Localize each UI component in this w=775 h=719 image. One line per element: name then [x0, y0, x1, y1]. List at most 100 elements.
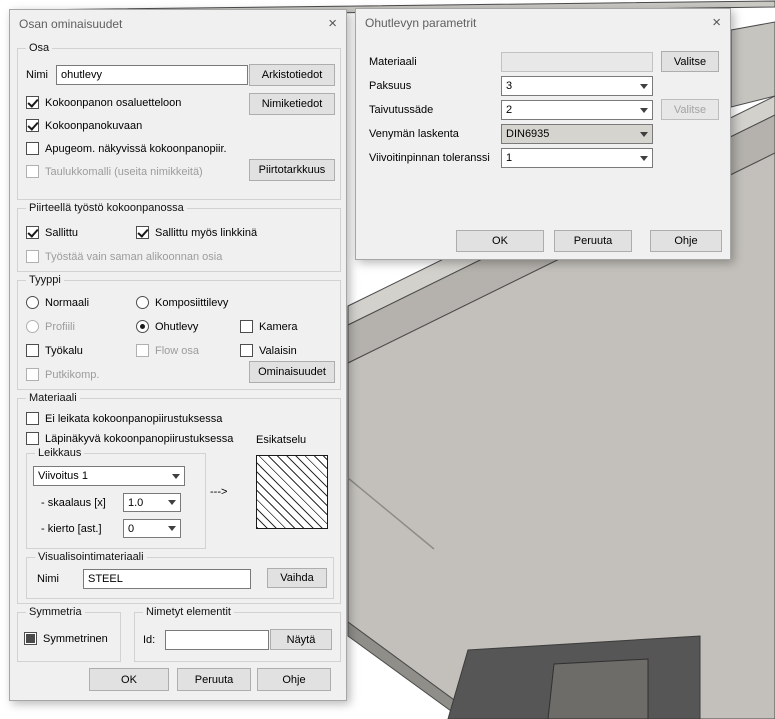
- group-feature-machining: Piirteellä työstö kokoonpanossa Sallittu…: [17, 208, 341, 272]
- group-visualization-label: Visualisointimateriaali: [35, 550, 147, 565]
- bend-radius-value: 2: [502, 104, 636, 116]
- checkbox-aux-geometry-visible[interactable]: Apugeom. näkyvissä kokoonpanopiir.: [26, 141, 227, 156]
- close-icon[interactable]: ×: [701, 16, 721, 30]
- checkbox-symmetric[interactable]: Symmetrinen: [24, 631, 108, 646]
- checkbox-label: Työstää vain saman alikoonnan osia: [45, 251, 222, 263]
- checkbox-box: [26, 165, 39, 178]
- dialog-title-bar[interactable]: Osan ominaisuudet ×: [10, 10, 346, 37]
- group-part: Osa Nimi Arkistotiedot Kokoonpanon osalu…: [17, 48, 341, 200]
- checkbox-assembly-parts-list[interactable]: Kokoonpanon osaluetteloon: [26, 95, 181, 110]
- radio-composite-plate[interactable]: Komposiittilevy: [136, 295, 228, 310]
- radio-sheet-metal[interactable]: Ohutlevy: [136, 319, 198, 334]
- checkbox-allowed-as-link[interactable]: Sallittu myös linkkinä: [136, 225, 257, 240]
- visualization-material-input[interactable]: [83, 569, 251, 589]
- elongation-method-value: DIN6935: [502, 128, 636, 140]
- checkbox-label: Läpinäkyvä kokoonpanopiirustuksessa: [45, 433, 233, 445]
- checkbox-label: Työkalu: [45, 345, 83, 357]
- chevron-down-icon: [636, 125, 652, 143]
- ok-button[interactable]: OK: [89, 668, 169, 691]
- hatch-pattern-value: Viivoitus 1: [34, 470, 168, 482]
- checkbox-transparent-in-assembly-drawing[interactable]: Läpinäkyvä kokoonpanopiirustuksessa: [26, 431, 233, 446]
- radio-label: Normaali: [45, 297, 89, 309]
- element-id-input[interactable]: [165, 630, 269, 650]
- group-type: Tyyppi Normaali Komposiittilevy Profiili…: [17, 280, 341, 390]
- chevron-down-icon: [636, 149, 652, 167]
- dialog-title-bar[interactable]: Ohutlevyn parametrit ×: [356, 9, 730, 36]
- help-button[interactable]: Ohje: [257, 668, 331, 691]
- radio-circle: [136, 320, 149, 333]
- type-properties-button[interactable]: Ominaisuudet: [249, 361, 335, 383]
- help-button[interactable]: Ohje: [650, 230, 722, 252]
- ok-button[interactable]: OK: [456, 230, 544, 252]
- group-section-cut: Leikkaus Viivoitus 1 - skaalaus [x] 1.0 …: [26, 453, 206, 549]
- checkbox-label: Ei leikata kokoonpanopiirustuksessa: [45, 413, 222, 425]
- dialog-title: Ohutlevyn parametrit: [365, 16, 476, 30]
- group-named-elements: Nimetyt elementit Id: Näytä: [134, 612, 341, 662]
- hatch-scale-value: 1.0: [124, 497, 164, 509]
- checkbox-flow-part: Flow osa: [136, 343, 199, 358]
- scale-label: - skaalaus [x]: [41, 496, 106, 511]
- cancel-button[interactable]: Peruuta: [554, 230, 632, 252]
- hatch-scale-select[interactable]: 1.0: [123, 493, 181, 512]
- checkbox-label: Kokoonpanokuvaan: [45, 120, 142, 132]
- group-symmetry: Symmetria Symmetrinen: [17, 612, 121, 662]
- bend-radius-select[interactable]: 2: [501, 100, 653, 120]
- group-named-elements-label: Nimetyt elementit: [143, 605, 234, 620]
- group-material-label: Materiaali: [26, 391, 80, 406]
- elongation-method-select[interactable]: DIN6935: [501, 124, 653, 144]
- checkbox-label: Sallittu myös linkkinä: [155, 227, 257, 239]
- elongation-label: Venymän laskenta: [369, 127, 459, 142]
- close-icon[interactable]: ×: [317, 17, 337, 31]
- checkbox-light[interactable]: Valaisin: [240, 343, 297, 358]
- group-section-label: Leikkaus: [35, 446, 84, 461]
- hatch-surface-tolerance-value: 1: [502, 152, 636, 164]
- hatch-preview-swatch: [256, 455, 328, 529]
- cad-application-window: Osan ominaisuudet × Osa Nimi Arkistotied…: [0, 0, 775, 719]
- checkbox-box: [26, 250, 39, 263]
- group-machining-label: Piirteellä työstö kokoonpanossa: [26, 201, 187, 216]
- radio-circle: [136, 296, 149, 309]
- thickness-select[interactable]: 3: [501, 76, 653, 96]
- archive-info-button[interactable]: Arkistotiedot: [249, 64, 335, 86]
- checkbox-box: [26, 226, 39, 239]
- checkbox-assembly-drawing[interactable]: Kokoonpanokuvaan: [26, 118, 142, 133]
- preview-label: Esikatselu: [256, 433, 306, 448]
- checkbox-no-cut-in-assembly-drawing[interactable]: Ei leikata kokoonpanopiirustuksessa: [26, 411, 222, 426]
- change-material-button[interactable]: Vaihda: [267, 568, 327, 588]
- checkbox-box: [26, 142, 39, 155]
- part-name-input[interactable]: [56, 65, 248, 85]
- select-bend-radius-button: Valitse: [661, 99, 719, 120]
- chevron-down-icon: [636, 77, 652, 95]
- item-info-button[interactable]: Nimiketiedot: [249, 93, 335, 115]
- select-material-button[interactable]: Valitse: [661, 51, 719, 72]
- checkbox-box: [240, 344, 253, 357]
- drawing-accuracy-button[interactable]: Piirtotarkkuus: [249, 159, 335, 181]
- checkbox-box: [24, 632, 37, 645]
- checkbox-box: [26, 412, 39, 425]
- radio-profile: Profiili: [26, 319, 75, 334]
- radio-normal[interactable]: Normaali: [26, 295, 89, 310]
- radio-circle: [26, 320, 39, 333]
- radio-label: Profiili: [45, 321, 75, 333]
- checkbox-box: [26, 368, 39, 381]
- checkbox-tool[interactable]: Työkalu: [26, 343, 83, 358]
- group-symmetry-label: Symmetria: [26, 605, 85, 620]
- chevron-down-icon: [164, 520, 180, 537]
- hatch-surface-tolerance-label: Viivoitinpinnan toleranssi: [369, 151, 490, 166]
- cancel-button[interactable]: Peruuta: [177, 668, 251, 691]
- checkbox-label: Kokoonpanon osaluetteloon: [45, 97, 181, 109]
- name-label: Nimi: [26, 68, 48, 83]
- part-properties-dialog: Osan ominaisuudet × Osa Nimi Arkistotied…: [9, 9, 347, 701]
- hatch-rotation-select[interactable]: 0: [123, 519, 181, 538]
- hatch-surface-tolerance-select[interactable]: 1: [501, 148, 653, 168]
- hatch-pattern-select[interactable]: Viivoitus 1: [33, 466, 185, 486]
- checkbox-label: Sallittu: [45, 227, 78, 239]
- group-material: Materiaali Ei leikata kokoonpanopiirustu…: [17, 398, 341, 604]
- show-element-button[interactable]: Näytä: [270, 629, 332, 650]
- checkbox-box: [26, 344, 39, 357]
- checkbox-allowed[interactable]: Sallittu: [26, 225, 78, 240]
- checkbox-camera[interactable]: Kamera: [240, 319, 298, 334]
- hatch-rotation-value: 0: [124, 523, 164, 535]
- chevron-down-icon: [636, 101, 652, 119]
- chevron-down-icon: [164, 494, 180, 511]
